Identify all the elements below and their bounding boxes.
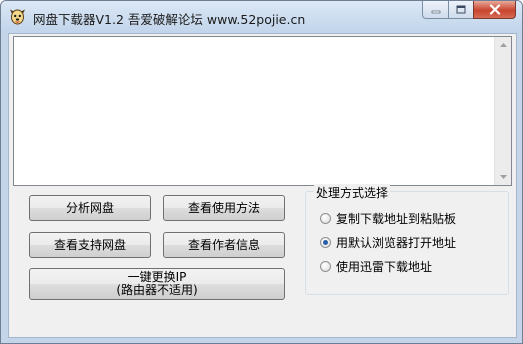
minimize-icon — [431, 10, 440, 13]
analyze-button[interactable]: 分析网盘 — [29, 195, 151, 221]
output-textarea[interactable] — [13, 36, 512, 186]
title-bar[interactable]: 网盘下载器V1.2 吾爱破解论坛 www.52pojie.cn — [1, 1, 522, 33]
minimize-button[interactable] — [422, 1, 448, 19]
supported-disks-button[interactable]: 查看支持网盘 — [29, 232, 151, 258]
app-icon — [10, 9, 25, 25]
radio-label: 复制下载地址到粘贴板 — [336, 212, 457, 226]
scroll-up-icon — [499, 43, 507, 47]
change-ip-button[interactable]: 一键更换IP (路由器不适用) — [29, 268, 285, 300]
client-area: 分析网盘 查看使用方法 查看支持网盘 查看作者信息 一键更换IP (路由器不适用… — [8, 33, 517, 338]
maximize-icon — [456, 5, 466, 14]
radio-thunder-download[interactable]: 使用迅雷下载地址 — [320, 258, 432, 275]
maximize-button[interactable] — [448, 1, 473, 19]
window-controls — [422, 1, 516, 20]
scroll-down-button[interactable] — [495, 169, 511, 185]
usage-button[interactable]: 查看使用方法 — [163, 195, 285, 221]
scroll-down-icon — [499, 175, 507, 179]
radio-open-in-browser[interactable]: 用默认浏览器打开地址 — [320, 234, 456, 251]
radio-copy-to-clipboard[interactable]: 复制下载地址到粘贴板 — [320, 210, 456, 227]
author-info-button[interactable]: 查看作者信息 — [163, 232, 285, 258]
close-button[interactable] — [473, 1, 516, 19]
radio-button-selected[interactable] — [320, 237, 331, 248]
app-window: 网盘下载器V1.2 吾爱破解论坛 www.52pojie.cn 分析网盘 查看使… — [0, 0, 523, 344]
window-title: 网盘下载器V1.2 吾爱破解论坛 www.52pojie.cn — [33, 12, 306, 27]
radio-button[interactable] — [320, 261, 331, 272]
close-icon — [489, 4, 500, 15]
group-title: 处理方式选择 — [314, 184, 391, 201]
scroll-up-button[interactable] — [495, 37, 511, 53]
radio-label: 使用迅雷下载地址 — [336, 260, 433, 274]
processing-mode-group: 处理方式选择 复制下载地址到粘贴板 用默认浏览器打开地址 使用迅雷下载地址 — [305, 184, 509, 295]
radio-label: 用默认浏览器打开地址 — [336, 236, 457, 250]
radio-button[interactable] — [320, 213, 331, 224]
vertical-scrollbar[interactable] — [494, 37, 511, 185]
change-ip-note: (路由器不适用) — [116, 283, 198, 297]
